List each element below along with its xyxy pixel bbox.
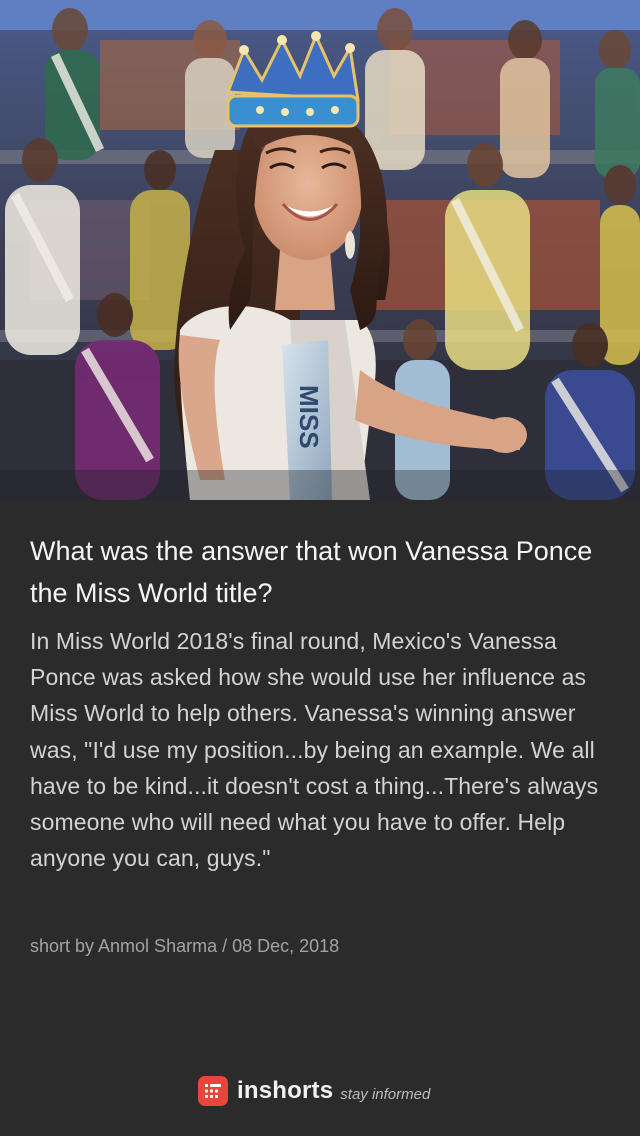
brand-name: inshorts	[237, 1077, 334, 1104]
brand-tagline: stay informed	[340, 1085, 431, 1103]
article-photo: MISS	[0, 0, 640, 500]
brand-footer[interactable]: inshorts stay informed	[198, 1074, 430, 1108]
inshorts-logo-icon	[198, 1076, 228, 1106]
article-card: What was the answer that won Vanessa Pon…	[0, 500, 640, 1136]
article-byline[interactable]: short by Anmol Sharma / 08 Dec, 2018	[30, 934, 339, 958]
article-image[interactable]: MISS	[0, 0, 640, 500]
article-body: In Miss World 2018's final round, Mexico…	[30, 628, 599, 872]
sash-text: MISS	[294, 385, 324, 449]
article-headline[interactable]: What was the answer that won Vanessa Pon…	[30, 530, 615, 614]
